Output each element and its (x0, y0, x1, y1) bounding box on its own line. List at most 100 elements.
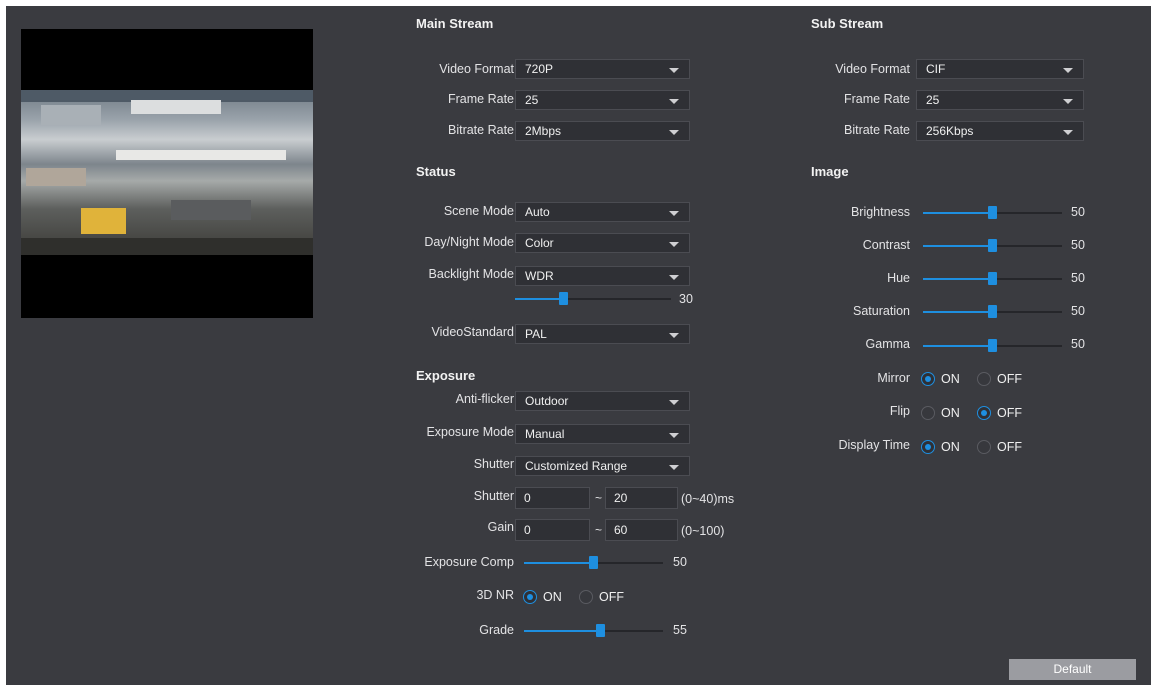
day-night-mode-value: Color (525, 236, 554, 250)
sub-frame-rate-select[interactable]: 25 (916, 90, 1084, 110)
shutter-mode-select[interactable]: Customized Range (515, 456, 690, 476)
display-time-label: Display Time (838, 438, 910, 452)
video-standard-select[interactable]: PAL (515, 324, 690, 344)
nr3d-on-radio[interactable] (523, 590, 537, 604)
slider-thumb[interactable] (988, 339, 997, 352)
sub-video-format-select[interactable]: CIF (916, 59, 1084, 79)
contrast-slider[interactable] (923, 239, 1062, 253)
chevron-down-icon (669, 465, 679, 470)
gamma-label: Gamma (865, 337, 910, 351)
display-time-off-label: OFF (997, 440, 1022, 454)
grade-slider[interactable] (524, 624, 663, 638)
chevron-down-icon (1063, 68, 1073, 73)
backlight-level-slider[interactable] (515, 292, 671, 306)
flip-off-radio[interactable] (977, 406, 991, 420)
anti-flicker-value: Outdoor (525, 394, 569, 408)
slider-fill (524, 562, 594, 564)
nr3d-off-label: OFF (599, 590, 624, 604)
exposure-comp-label: Exposure Comp (424, 555, 514, 569)
nr3d-off-radio[interactable] (579, 590, 593, 604)
slider-thumb[interactable] (988, 206, 997, 219)
main-video-format-value: 720P (525, 62, 554, 76)
anti-flicker-label: Anti-flicker (455, 392, 514, 406)
shutter-min-input[interactable]: 0 (515, 487, 590, 509)
backlight-mode-label: Backlight Mode (428, 267, 514, 281)
exposure-comp-slider[interactable] (524, 556, 663, 570)
display-time-off-radio[interactable] (977, 440, 991, 454)
mirror-off-radio[interactable] (977, 372, 991, 386)
display-time-on-radio[interactable] (921, 440, 935, 454)
settings-panel: Main Stream Video Format 720P Frame Rate… (6, 6, 1151, 685)
sub-bitrate-select[interactable]: 256Kbps (916, 121, 1084, 141)
backlight-mode-select[interactable]: WDR (515, 266, 690, 286)
day-night-mode-select[interactable]: Color (515, 233, 690, 253)
slider-fill (923, 212, 993, 214)
slider-thumb[interactable] (988, 239, 997, 252)
scene-mode-label: Scene Mode (443, 204, 514, 218)
video-preview (21, 29, 313, 318)
saturation-value: 50 (1071, 304, 1085, 318)
gamma-value: 50 (1071, 337, 1085, 351)
shutter-max-input[interactable]: 20 (605, 487, 678, 509)
mirror-off-label: OFF (997, 372, 1022, 386)
sub-bitrate-value: 256Kbps (926, 124, 974, 138)
range-separator: ~ (595, 491, 603, 505)
sub-frame-rate-value: 25 (926, 93, 940, 107)
main-frame-rate-select[interactable]: 25 (515, 90, 690, 110)
slider-thumb[interactable] (559, 292, 568, 305)
slider-thumb[interactable] (988, 272, 997, 285)
exposure-title: Exposure (416, 368, 476, 383)
gain-min-input[interactable]: 0 (515, 519, 590, 541)
scene-mode-select[interactable]: Auto (515, 202, 690, 222)
main-stream-title: Main Stream (416, 16, 494, 31)
sub-video-format-value: CIF (926, 62, 946, 76)
chevron-down-icon (1063, 99, 1073, 104)
saturation-slider[interactable] (923, 305, 1062, 319)
sub-video-format-label: Video Format (835, 62, 910, 76)
chevron-down-icon (669, 333, 679, 338)
chevron-down-icon (669, 242, 679, 247)
day-night-mode-label: Day/Night Mode (424, 235, 514, 249)
shutter-range-label: Shutter (473, 489, 514, 503)
exposure-mode-select[interactable]: Manual (515, 424, 690, 444)
gain-max-input[interactable]: 60 (605, 519, 678, 541)
anti-flicker-select[interactable]: Outdoor (515, 391, 690, 411)
main-frame-rate-value: 25 (525, 93, 539, 107)
backlight-level-value: 30 (679, 292, 693, 306)
mirror-on-radio[interactable] (921, 372, 935, 386)
range-separator: ~ (595, 523, 603, 537)
exposure-mode-label: Exposure Mode (426, 425, 514, 439)
main-video-format-label: Video Format (439, 62, 514, 76)
mirror-label: Mirror (877, 371, 910, 385)
main-bitrate-label: Bitrate Rate (447, 123, 514, 137)
brightness-slider[interactable] (923, 206, 1062, 220)
chevron-down-icon (669, 275, 679, 280)
slider-thumb[interactable] (988, 305, 997, 318)
shutter-range-unit: (0~40)ms (681, 492, 735, 506)
chevron-down-icon (669, 211, 679, 216)
video-standard-value: PAL (525, 327, 547, 341)
display-time-on-label: ON (941, 440, 960, 454)
slider-thumb[interactable] (589, 556, 598, 569)
shutter-mode-label: Shutter (473, 457, 514, 471)
flip-label: Flip (889, 404, 910, 418)
backlight-mode-value: WDR (525, 269, 554, 283)
camera-preview-image (21, 90, 313, 255)
slider-thumb[interactable] (596, 624, 605, 637)
status-title: Status (416, 164, 456, 179)
exposure-mode-value: Manual (525, 427, 565, 441)
default-button[interactable]: Default (1009, 659, 1136, 680)
grade-label: Grade (479, 623, 514, 637)
brightness-label: Brightness (850, 205, 910, 219)
exposure-comp-value: 50 (673, 555, 687, 569)
main-video-format-select[interactable]: 720P (515, 59, 690, 79)
flip-on-radio[interactable] (921, 406, 935, 420)
flip-off-label: OFF (997, 406, 1022, 420)
gamma-slider[interactable] (923, 339, 1062, 353)
mirror-on-label: ON (941, 372, 960, 386)
chevron-down-icon (669, 99, 679, 104)
hue-slider[interactable] (923, 272, 1062, 286)
sub-bitrate-label: Bitrate Rate (843, 123, 910, 137)
main-bitrate-select[interactable]: 2Mbps (515, 121, 690, 141)
nr3d-label: 3D NR (476, 588, 514, 602)
